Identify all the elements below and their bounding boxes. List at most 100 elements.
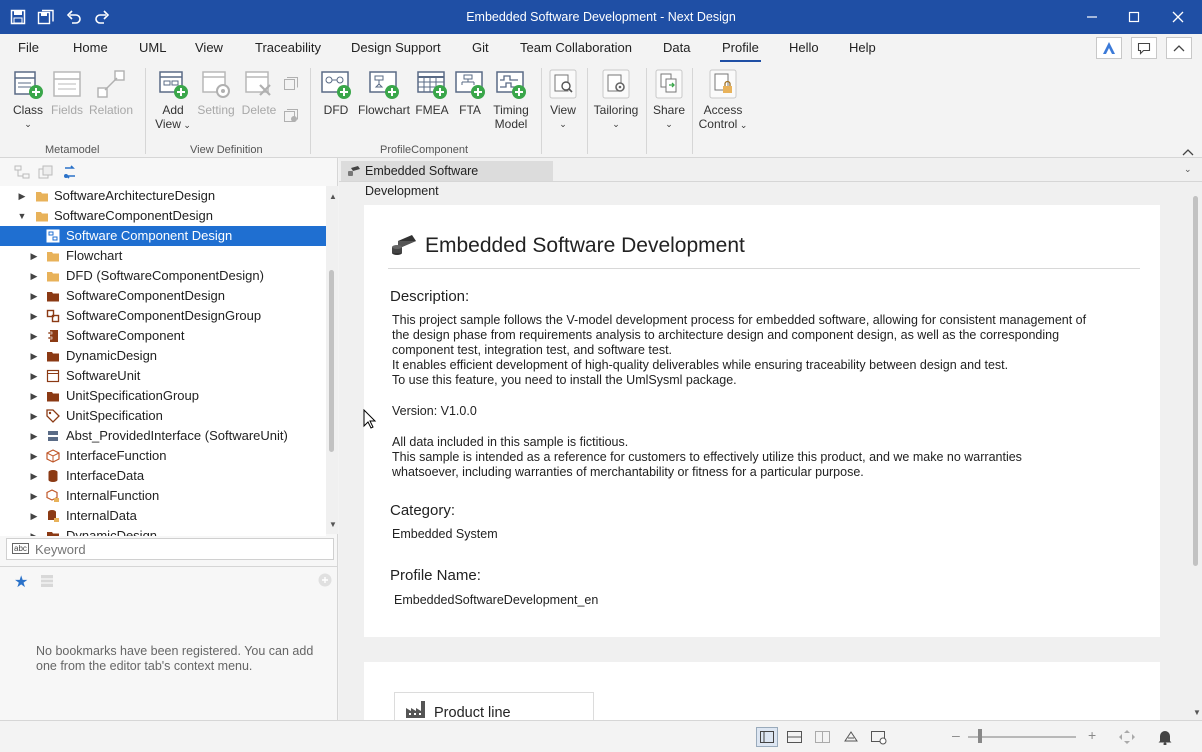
expand-icon[interactable]: ▶ — [28, 306, 40, 326]
fmea-button[interactable]: FMEA — [414, 68, 450, 117]
collapse-ribbon-button[interactable] — [1166, 37, 1192, 59]
tree-item[interactable]: ▶ DynamicDesign — [0, 346, 326, 366]
menu-home[interactable]: Home — [73, 40, 108, 55]
fta-button[interactable]: FTA — [453, 68, 487, 117]
expand-icon[interactable]: ▶ — [16, 186, 28, 206]
scroll-down-icon[interactable]: ▼ — [1193, 708, 1201, 717]
tree-item[interactable]: ▶ InternalData — [0, 506, 326, 526]
zoom-slider-track[interactable] — [968, 736, 1076, 738]
editor-scroll-thumb[interactable] — [1193, 196, 1198, 566]
tree-item[interactable]: ▶ SoftwareArchitectureDesign — [0, 186, 326, 206]
flowchart-button[interactable]: Flowchart — [356, 68, 412, 117]
bookmark-list-icon[interactable] — [40, 574, 54, 591]
tree-scrollbar[interactable]: ▲ ▼ — [326, 186, 338, 534]
tree-item[interactable]: ▶ Flowchart — [0, 246, 326, 266]
product-line-button[interactable]: Product line — [394, 692, 594, 722]
tree-item[interactable]: ▶ SoftwareComponent — [0, 326, 326, 346]
tree-item[interactable]: ▶ InterfaceFunction — [0, 446, 326, 466]
fit-screen-icon[interactable] — [1118, 729, 1136, 745]
expand-icon[interactable]: ▶ — [28, 266, 40, 286]
star-icon[interactable]: ★ — [14, 572, 28, 592]
menu-profile[interactable]: Profile — [720, 40, 761, 62]
menu-hello[interactable]: Hello — [789, 40, 819, 55]
close-button[interactable] — [1156, 0, 1200, 34]
tree-item[interactable]: ▶ Abst_ProvidedInterface (SoftwareUnit) — [0, 426, 326, 446]
collapse-icon[interactable] — [1182, 144, 1194, 159]
expand-icon[interactable]: ▶ — [28, 406, 40, 426]
tree-item[interactable]: ▶ UnitSpecification — [0, 406, 326, 426]
zoom-out-button[interactable]: – — [952, 727, 960, 743]
tailoring-button[interactable]: Tailoring ⌄ — [592, 68, 640, 131]
menu-team-collaboration[interactable]: Team Collaboration — [520, 40, 632, 55]
view-button[interactable]: View ⌄ — [546, 68, 580, 131]
tree-item[interactable]: ▶ DynamicDesign — [0, 526, 326, 536]
relation-button[interactable]: Relation — [88, 68, 134, 117]
tree-item[interactable]: ▶ DFD (SoftwareComponentDesign) — [0, 266, 326, 286]
expand-all-icon[interactable] — [14, 165, 30, 182]
editor-tab[interactable]: Embedded Software Development — [341, 161, 553, 198]
setting-button[interactable]: Setting — [195, 68, 237, 117]
delete-button[interactable]: Delete — [239, 68, 279, 117]
keyword-search-box[interactable]: abc — [6, 538, 334, 560]
tree-item[interactable]: ▶ SoftwareUnit — [0, 366, 326, 386]
collapse-tree-icon[interactable]: ▼ — [16, 206, 28, 226]
tree-item[interactable]: ▶ InterfaceData — [0, 466, 326, 486]
zoom-in-button[interactable]: + — [1088, 727, 1096, 743]
expand-icon[interactable]: ▶ — [28, 286, 40, 306]
menu-data[interactable]: Data — [663, 40, 690, 55]
keyword-input[interactable] — [35, 540, 325, 558]
expand-icon[interactable]: ▶ — [28, 346, 40, 366]
add-view-button[interactable]: Add View ⌄ — [153, 68, 193, 132]
expand-icon[interactable]: ▶ — [28, 426, 40, 446]
menu-git[interactable]: Git — [472, 40, 489, 55]
tree-item[interactable]: ▶ SoftwareComponentDesign — [0, 286, 326, 306]
tree-item[interactable]: ▶ UnitSpecificationGroup — [0, 386, 326, 406]
tree-item[interactable]: ▶ SoftwareComponentDesignGroup — [0, 306, 326, 326]
scroll-down-icon[interactable]: ▼ — [329, 520, 337, 529]
expand-icon[interactable]: ▶ — [28, 526, 40, 536]
expand-icon[interactable]: ▶ — [28, 246, 40, 266]
tree-scroll-thumb[interactable] — [329, 270, 334, 452]
tab-list-chevron-icon[interactable]: ⌄ — [1184, 164, 1192, 175]
scroll-up-icon[interactable]: ▲ — [329, 192, 337, 201]
copy-tree-icon[interactable] — [38, 165, 54, 182]
access-control-button[interactable]: Access Control ⌄ — [697, 68, 749, 132]
view-small-button-1[interactable] — [282, 76, 300, 95]
view-small-button-2[interactable] — [282, 108, 300, 127]
expand-icon[interactable]: ▶ — [28, 506, 40, 526]
timing-model-button[interactable]: Timing Model — [490, 68, 532, 131]
class-button[interactable]: Class ⌄ — [8, 68, 48, 131]
layout-single-button[interactable] — [756, 727, 778, 747]
zoom-slider-thumb[interactable] — [978, 729, 982, 743]
expand-icon[interactable]: ▶ — [28, 486, 40, 506]
sync-tree-icon[interactable] — [62, 164, 78, 183]
expand-icon[interactable]: ▶ — [28, 466, 40, 486]
maximize-button[interactable] — [1112, 0, 1156, 34]
layout-horizontal-icon[interactable] — [786, 729, 804, 745]
assistant-button[interactable] — [1096, 37, 1122, 59]
editor-scrollbar[interactable]: ▼ — [1190, 182, 1202, 720]
menu-file[interactable]: File — [18, 40, 39, 55]
menu-view[interactable]: View — [195, 40, 223, 55]
expand-icon[interactable]: ▶ — [28, 366, 40, 386]
fields-button[interactable]: Fields — [48, 68, 86, 117]
navigator-icon[interactable] — [870, 729, 888, 745]
expand-icon[interactable]: ▶ — [28, 386, 40, 406]
add-bookmark-icon[interactable] — [318, 573, 332, 590]
menu-uml[interactable]: UML — [139, 40, 166, 55]
inspector-icon[interactable] — [842, 729, 860, 745]
notification-bell-icon[interactable] — [1156, 729, 1174, 745]
tree-item[interactable]: ▼ SoftwareComponentDesign — [0, 206, 326, 226]
expand-icon[interactable]: ▶ — [28, 326, 40, 346]
dfd-button[interactable]: DFD — [320, 68, 352, 117]
share-button[interactable]: Share ⌄ — [651, 68, 687, 131]
comment-button[interactable] — [1131, 37, 1157, 59]
menu-design-support[interactable]: Design Support — [351, 40, 441, 55]
layout-vertical-icon[interactable] — [814, 729, 832, 745]
menu-traceability[interactable]: Traceability — [255, 40, 321, 55]
menu-help[interactable]: Help — [849, 40, 876, 55]
expand-icon[interactable]: ▶ — [28, 446, 40, 466]
tree-item-selected[interactable]: Software Component Design — [0, 226, 326, 246]
tree-item[interactable]: ▶ InternalFunction — [0, 486, 326, 506]
minimize-button[interactable] — [1070, 0, 1114, 34]
